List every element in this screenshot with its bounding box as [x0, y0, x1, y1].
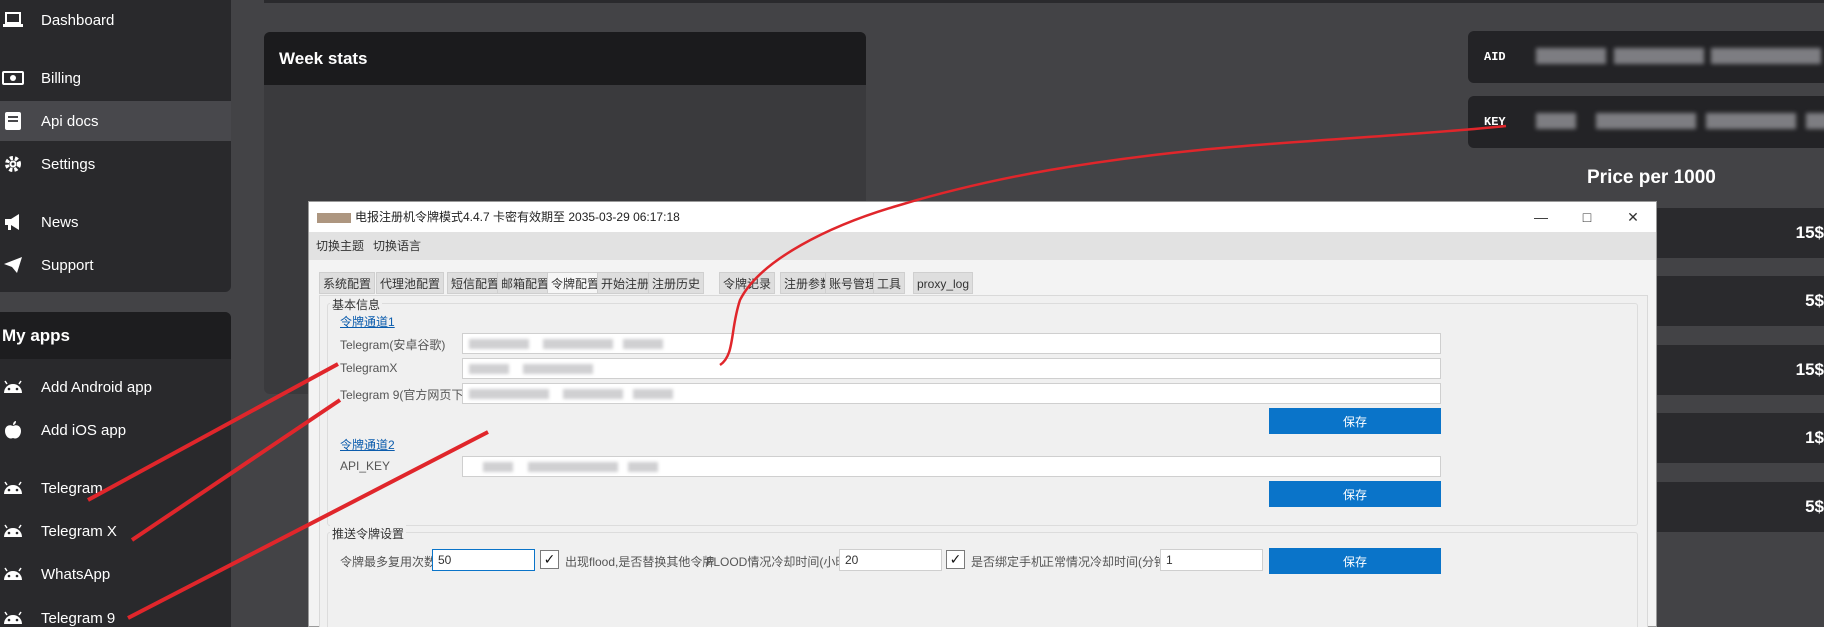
- android-icon: [2, 607, 24, 627]
- top-strip: [264, 0, 1824, 3]
- field-label-telegram-9: Telegram 9(官方网页下): [340, 388, 468, 402]
- normal-cooldown-label: 正常情况冷却时间(分钟): [1042, 555, 1170, 569]
- window-titlebar: 电报注册机令牌模式4.4.7 卡密有效期至 2035-03-29 06:17:1…: [309, 202, 1656, 232]
- telegram-android-token-input[interactable]: [462, 333, 1441, 354]
- sidebar-item-api-docs[interactable]: Api docs: [0, 101, 231, 141]
- field-label-telegram-android: Telegram(安卓谷歌): [340, 338, 446, 352]
- sidebar-item-billing[interactable]: Billing: [0, 58, 231, 98]
- field-label-api-key: API_KEY: [340, 459, 391, 473]
- gear-icon: [2, 153, 24, 175]
- sidebar-item-support[interactable]: Support: [0, 245, 231, 285]
- save-button-channel-1[interactable]: 保存: [1269, 408, 1441, 434]
- app-item-whatsapp[interactable]: WhatsApp: [0, 554, 231, 594]
- app-item-telegram[interactable]: Telegram: [0, 468, 231, 508]
- sidebar-item-news[interactable]: News: [0, 202, 231, 242]
- aid-box: AID: [1468, 31, 1824, 83]
- android-icon: [2, 376, 24, 398]
- field-label-telegramx: TelegramX: [340, 361, 398, 375]
- sidebar-item-label: Settings: [41, 155, 96, 173]
- tab-11[interactable]: proxy_log: [913, 272, 974, 294]
- token-config-window: 电报注册机令牌模式4.4.7 卡密有效期至 2035-03-29 06:17:1…: [308, 201, 1657, 627]
- tab-6[interactable]: 注册历史: [648, 272, 705, 294]
- app-item-telegram-9[interactable]: Telegram 9: [0, 598, 231, 627]
- window-title: 电报注册机令牌模式4.4.7 卡密有效期至 2035-03-29 06:17:1…: [317, 202, 680, 232]
- apple-icon: [2, 419, 24, 441]
- max-reuse-label: 令牌最多复用次数: [340, 555, 437, 569]
- book-icon: [2, 110, 24, 132]
- normal-cooldown-input[interactable]: 1: [1160, 549, 1263, 571]
- telegramx-token-input[interactable]: [462, 358, 1441, 379]
- android-icon: [2, 520, 24, 542]
- push-settings-title: 推送令牌设置: [330, 525, 407, 542]
- save-button-push-settings[interactable]: 保存: [1269, 548, 1441, 574]
- app-item-label: Add Android app: [41, 378, 152, 396]
- key-label: KEY: [1484, 115, 1506, 129]
- tab-4[interactable]: 令牌配置: [547, 272, 604, 294]
- app-item-label: Telegram: [41, 479, 103, 497]
- price-value: 15$: [1795, 223, 1824, 242]
- tab-2[interactable]: 短信配置: [447, 272, 504, 294]
- price-title: Price per 1000: [1587, 167, 1716, 188]
- minimize-icon[interactable]: —: [1518, 202, 1564, 232]
- tab-0[interactable]: 系统配置: [319, 272, 376, 294]
- money-icon: [2, 67, 24, 89]
- app-item-label: WhatsApp: [41, 565, 111, 583]
- tab-1[interactable]: 代理池配置: [376, 272, 445, 294]
- sidebar-item-settings[interactable]: Settings: [0, 144, 231, 184]
- api-key-input[interactable]: [462, 456, 1441, 477]
- menu-switch-language[interactable]: 切换语言: [373, 232, 421, 260]
- sidebar-item-label: Api docs: [41, 112, 99, 130]
- save-button-channel-2[interactable]: 保存: [1269, 481, 1441, 507]
- sidebar-item-label: News: [41, 213, 79, 231]
- android-icon: [2, 477, 24, 499]
- tab-5[interactable]: 开始注册: [597, 272, 654, 294]
- app-item-label: Telegram 9: [41, 609, 116, 627]
- token-channel-1-link[interactable]: 令牌通道1: [340, 313, 395, 330]
- apps-title: My apps: [2, 326, 71, 345]
- bind-phone-label: 是否绑定手机: [971, 555, 1044, 569]
- checkmark-icon: ✓: [543, 551, 556, 567]
- week-stats-title: Week stats: [279, 49, 368, 68]
- checkmark-icon: ✓: [949, 551, 962, 567]
- flood-replace-label: 出现flood,是否替换其他令牌: [565, 555, 715, 569]
- tab-10[interactable]: 工具: [873, 272, 906, 294]
- max-reuse-input[interactable]: 50: [432, 549, 535, 571]
- flood-cooldown-label: FLOOD情况冷却时间(小时): [706, 555, 852, 569]
- megaphone-icon: [2, 211, 24, 233]
- app-item-telegram-x[interactable]: Telegram X: [0, 511, 231, 551]
- flood-replace-checkbox[interactable]: ✓: [540, 550, 559, 569]
- aid-label: AID: [1484, 50, 1506, 64]
- maximize-icon[interactable]: □: [1564, 202, 1610, 232]
- app-item-add-android-app[interactable]: Add Android app: [0, 367, 231, 407]
- price-value: 1$: [1805, 428, 1824, 447]
- laptop-icon: [2, 9, 24, 31]
- price-value: 15$: [1795, 360, 1824, 379]
- menu-switch-theme[interactable]: 切换主题: [316, 232, 364, 260]
- close-icon[interactable]: ✕: [1610, 202, 1656, 232]
- app-item-label: Add iOS app: [41, 421, 127, 439]
- flood-cooldown-input[interactable]: 20: [839, 549, 942, 571]
- token-channel-2-link[interactable]: 令牌通道2: [340, 436, 395, 453]
- sidebar-item-dashboard[interactable]: Dashboard: [0, 0, 231, 40]
- price-value: 5$: [1805, 291, 1824, 310]
- app-logo: [317, 212, 351, 223]
- push-settings-group: [327, 532, 1638, 627]
- sidebar-item-label: Dashboard: [41, 11, 115, 29]
- price-value: 5$: [1805, 497, 1824, 516]
- basic-info-title: 基本信息: [330, 296, 383, 313]
- bind-phone-checkbox[interactable]: ✓: [946, 550, 965, 569]
- menu-bar: 切换主题 切换语言: [309, 232, 1656, 260]
- app-item-add-ios-app[interactable]: Add iOS app: [0, 410, 231, 450]
- app-item-label: Telegram X: [41, 522, 117, 540]
- tab-3[interactable]: 邮箱配置: [497, 272, 554, 294]
- key-box: KEY: [1468, 96, 1824, 148]
- sidebar-item-label: Support: [41, 256, 94, 274]
- token-config-panel: 基本信息 令牌通道1 Telegram(安卓谷歌) TelegramX Tele…: [319, 295, 1648, 627]
- telegram-9-token-input[interactable]: [462, 383, 1441, 404]
- paper-plane-icon: [2, 254, 24, 276]
- tab-7[interactable]: 令牌记录: [719, 272, 776, 294]
- sidebar-item-label: Billing: [41, 69, 82, 87]
- android-icon: [2, 563, 24, 585]
